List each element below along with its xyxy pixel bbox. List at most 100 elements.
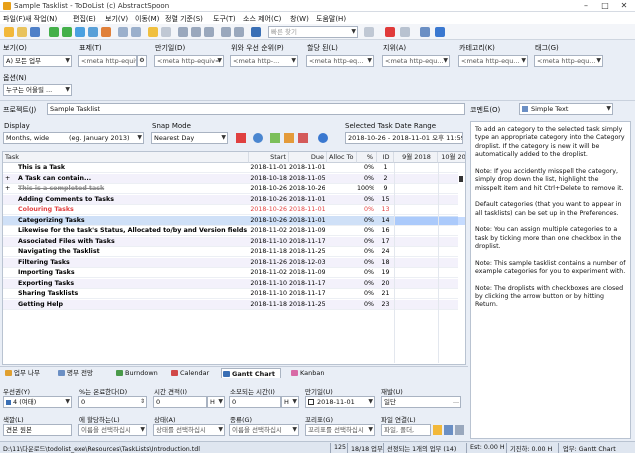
time-estimate-unit[interactable]: H ▼	[207, 396, 225, 408]
comments-panel[interactable]: To add an category to the selected task …	[470, 121, 631, 439]
menu-window[interactable]: 창(W)	[290, 14, 309, 24]
print-icon[interactable]	[364, 27, 374, 37]
menu-file[interactable]: 파일(F)	[3, 14, 25, 24]
priority-filter-select[interactable]: <meta http-... ▼	[230, 55, 298, 67]
table-row[interactable]: Filtering Tasks 2018-11-26 2018-12-03 0% 18	[3, 257, 458, 268]
snap-mode-select[interactable]: Nearest Day ▼	[151, 132, 228, 144]
menu-new-task[interactable]: 새 작업(N)	[25, 14, 57, 24]
open-icon[interactable]	[17, 27, 27, 37]
category-select[interactable]: 이름을 선택하십시 ▼	[229, 424, 299, 436]
title-filter-options-icon[interactable]: ⚙	[137, 55, 147, 67]
paste-icon[interactable]	[161, 27, 171, 37]
category-filter-select[interactable]: <meta http-equ... ▼	[458, 55, 528, 67]
expand-toggle[interactable]	[5, 195, 13, 205]
expand-toggle[interactable]	[5, 247, 13, 257]
edit-icon[interactable]	[88, 27, 98, 37]
expand-toggle[interactable]	[5, 226, 13, 236]
redo-icon[interactable]	[131, 27, 141, 37]
tab-kanban[interactable]: Kanban	[290, 368, 330, 378]
menu-edit[interactable]: 편집(E)	[73, 14, 96, 24]
help-icon[interactable]	[435, 27, 445, 37]
quick-find-input[interactable]: 빠른 찾기 ▼	[268, 26, 358, 38]
table-row[interactable]: Importing Tasks 2018-11-02 2018-11-09 0% 19	[3, 268, 458, 278]
table-row[interactable]: Navigating the Tasklist 2018-11-18 2018-11…	[3, 247, 458, 257]
move-down-icon[interactable]	[191, 27, 201, 37]
file-options-icon[interactable]	[455, 425, 464, 435]
table-row[interactable]: This is a Task 2018-11-01 2018-11-01 0% 1	[3, 163, 458, 173]
save-icon[interactable]	[30, 27, 40, 37]
menu-source-control[interactable]: 소스 제어(C)	[243, 14, 281, 24]
expand-toggle[interactable]: +	[5, 184, 13, 194]
color-button[interactable]: 견본 원본	[3, 424, 72, 436]
tags-select[interactable]: 꼬리표를 선택하십시 ▼	[305, 424, 375, 436]
table-row[interactable]: Categorizing Tasks 2018-10-26 2018-11-01 0%…	[3, 215, 465, 226]
menu-tools[interactable]: 도구(T)	[213, 14, 236, 24]
tab-calendar[interactable]: Calendar	[170, 368, 214, 378]
display-select[interactable]: Months, wide (eg. January 2013) ▼	[3, 132, 144, 144]
expand-toggle[interactable]	[5, 258, 13, 268]
menu-move[interactable]: 이동(M)	[135, 14, 159, 24]
column-alloc-to[interactable]: Alloc To	[327, 152, 357, 163]
expand-toggle[interactable]	[5, 300, 13, 310]
allocated-to-select[interactable]: 이름을 선택하십시 ▼	[78, 424, 147, 436]
table-row[interactable]: + This is a completed task 2018-10-26 2018-…	[3, 184, 458, 194]
comments-format-select[interactable]: Simple Text ▼	[519, 103, 613, 115]
add-sibling-icon[interactable]	[75, 27, 85, 37]
browse-folder-icon[interactable]	[433, 425, 442, 435]
menu-help[interactable]: 도움말(H)	[316, 14, 346, 24]
file-link-input[interactable]: 파일, 폴더,	[381, 424, 431, 436]
table-row[interactable]: Getting Help 2018-11-18 2018-11-25 0% 23	[3, 299, 458, 310]
time-spent-input[interactable]: 0	[229, 396, 281, 408]
status-filter-select[interactable]: <meta http-equ... ▼	[382, 55, 450, 67]
tab-list-view[interactable]: 명부 전망	[57, 368, 112, 378]
priority-select[interactable]: 4 (여태) ▼	[3, 396, 72, 408]
add-task-icon[interactable]	[49, 27, 59, 37]
open-folder-icon[interactable]	[4, 27, 14, 37]
preferences-icon[interactable]	[420, 27, 430, 37]
recurrence-field[interactable]: 일단…	[381, 396, 461, 408]
project-name-input[interactable]: Sample Tasklist	[47, 103, 465, 115]
expand-toggle[interactable]: +	[5, 174, 13, 184]
tab-task-tree[interactable]: 업무 나무	[4, 368, 52, 378]
outdent-icon[interactable]	[221, 27, 231, 37]
column-month-oct[interactable]: 10월 20	[438, 152, 465, 163]
table-row[interactable]: Adding Comments to Tasks 2018-10-26 2018-1…	[3, 194, 458, 205]
column-percent[interactable]: %	[357, 152, 377, 163]
expand-toggle[interactable]	[5, 216, 13, 226]
tag-filter-select[interactable]: <meta http-equ... ▼	[534, 55, 603, 67]
find-icon[interactable]	[251, 27, 261, 37]
status-select[interactable]: 상태를 선택하십시 ▼	[153, 424, 225, 436]
table-row[interactable]: + A Task can contain... 2018-10-18 2018-11-…	[3, 173, 463, 184]
lock-icon[interactable]	[400, 27, 410, 37]
expand-toggle[interactable]	[5, 205, 13, 215]
settings-icon[interactable]	[253, 133, 263, 143]
time-estimate-input[interactable]: 0	[153, 396, 207, 408]
column-start[interactable]: Start	[249, 152, 289, 163]
alloc-filter-select[interactable]: <meta http-eq... ▼	[306, 55, 374, 67]
expand-toggle[interactable]	[5, 268, 13, 278]
dependency-add-icon[interactable]	[270, 133, 280, 143]
tab-burndown[interactable]: Burndown	[115, 368, 159, 378]
time-spent-unit[interactable]: H ▼	[281, 396, 299, 408]
maximize-button[interactable]: □	[597, 1, 613, 10]
delete-icon[interactable]	[385, 27, 395, 37]
expand-toggle[interactable]	[5, 237, 13, 247]
due-date-picker[interactable]: 2018-11-01 ▼	[305, 396, 375, 408]
tab-gantt-chart[interactable]: Gantt Chart	[221, 368, 281, 378]
table-row[interactable]: Associated Files with Tasks 2018-11-10 201…	[3, 236, 458, 247]
expand-toggle[interactable]	[5, 163, 13, 173]
table-row[interactable]: Exporting Tasks 2018-11-10 2018-11-17 0% 20	[3, 278, 458, 289]
table-row[interactable]: Likewise for the task's Status, Allocate…	[3, 226, 458, 236]
minimize-button[interactable]: –	[578, 1, 594, 10]
column-id[interactable]: ID	[377, 152, 394, 163]
close-button[interactable]: ✕	[616, 1, 632, 10]
gantt-marker[interactable]	[459, 175, 463, 182]
options-filter-select[interactable]: 누구는 어울릴 ... ▼	[3, 84, 72, 96]
show-filter-select[interactable]: A) 모든 업무 ▼	[3, 55, 72, 67]
table-row[interactable]: Colouring Tasks 2018-10-26 2018-11-01 0% 13	[3, 205, 458, 215]
column-task[interactable]: Task	[3, 152, 249, 163]
move-left-icon[interactable]	[234, 27, 244, 37]
column-month-sep[interactable]: 9월 2018	[394, 152, 438, 163]
copy-icon[interactable]	[148, 27, 158, 37]
expand-toggle[interactable]	[5, 289, 13, 299]
